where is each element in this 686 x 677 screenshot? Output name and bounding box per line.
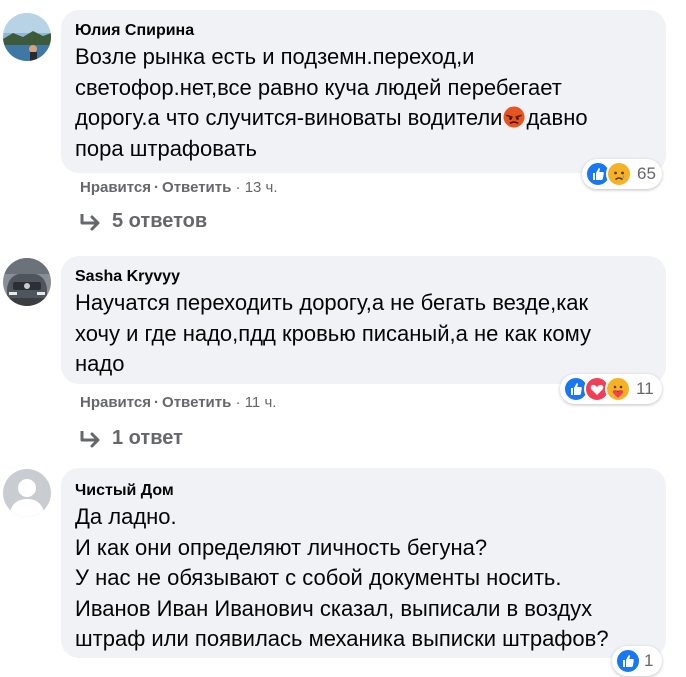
reply-button[interactable]: Ответить xyxy=(162,179,231,196)
reaction-count: 1 xyxy=(644,651,654,670)
like-button[interactable]: Нравится xyxy=(80,394,151,411)
reply-button[interactable]: Ответить xyxy=(162,394,231,411)
like-reaction-icon xyxy=(615,648,641,674)
comment-text-part-1: Возле рынка есть и подземн.переход,и све… xyxy=(75,44,562,130)
reaction-count: 11 xyxy=(636,379,654,398)
comment-timestamp[interactable]: 11 ч. xyxy=(245,394,277,411)
avatar-photo-landscape xyxy=(3,13,51,61)
comment-author[interactable]: Sasha Kryvyy xyxy=(75,267,652,287)
comment-text: Да ладно. И как они определяют личность … xyxy=(75,504,609,651)
comment-bubble: Sasha Kryvyy Научатся переходить дорогу,… xyxy=(61,256,666,384)
comment-timestamp[interactable]: 13 ч. xyxy=(245,179,278,196)
view-replies-button[interactable]: 1 ответ xyxy=(80,427,183,450)
default-avatar-icon xyxy=(3,469,51,517)
like-button[interactable]: Нравится xyxy=(80,179,151,196)
replies-label: 5 ответов xyxy=(112,210,208,232)
comment-author[interactable]: Чистый Дом xyxy=(75,481,652,501)
reactions-summary[interactable]: 65 xyxy=(582,159,662,189)
comment-text: Возле рынка есть и подземн.переход,и све… xyxy=(75,42,652,164)
separator: · xyxy=(154,179,160,196)
reply-arrow-icon xyxy=(80,213,100,230)
separator: · xyxy=(154,394,160,411)
comment-author[interactable]: Юлия Спирина xyxy=(75,21,652,41)
replies-label: 1 ответ xyxy=(112,427,183,449)
comment-bubble: Юлия Спирина Возле рынка есть и подземн.… xyxy=(61,10,666,173)
sad-reaction-icon xyxy=(606,161,632,187)
comment-text: Научатся переходить дорогу,а не бегать в… xyxy=(75,290,592,376)
reply-arrow-icon xyxy=(80,430,100,447)
avatar[interactable] xyxy=(3,258,51,306)
avatar-photo-car xyxy=(3,258,51,306)
separator: · xyxy=(235,394,241,411)
avatar[interactable] xyxy=(3,13,51,61)
separator: · xyxy=(235,179,241,196)
comment-actions: Нравится · Ответить · 11 ч. xyxy=(80,394,276,412)
view-replies-button[interactable]: 5 ответов xyxy=(80,210,207,233)
comment-bubble: Чистый Дом Да ладно. И как они определяю… xyxy=(61,468,666,658)
reactions-summary[interactable]: 1 xyxy=(612,646,662,676)
care-reaction-icon xyxy=(605,376,631,402)
angry-emoji-icon xyxy=(503,106,525,128)
comment-actions: Нравится · Ответить · 13 ч. xyxy=(80,179,278,197)
reaction-count: 65 xyxy=(637,164,656,183)
avatar[interactable] xyxy=(3,469,51,517)
reactions-summary[interactable]: 11 xyxy=(560,374,662,404)
